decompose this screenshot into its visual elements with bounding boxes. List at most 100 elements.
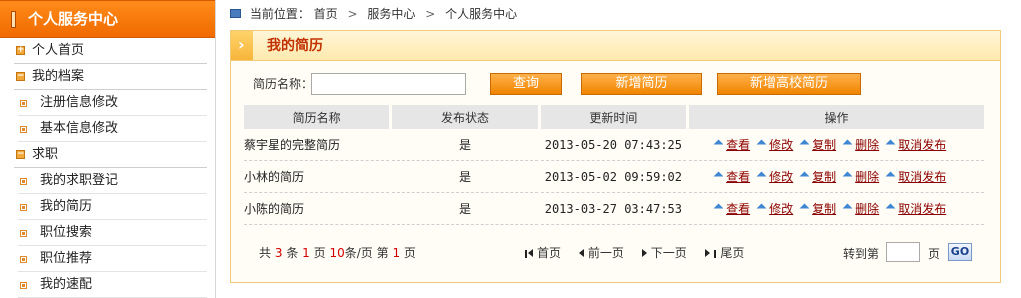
resume-name-input[interactable] — [311, 73, 466, 95]
table-row: 小林的简历是 2013-05-02 09:59:02 查看 修改 复制 删除 取消发布 — [244, 161, 984, 193]
sidebar-menu: + 个人首页 − 我的档案注册信息修改 基本信息修改 − 求职 我的求职登记 我的简历职位搜索职… — [0, 38, 215, 298]
arrow-icon — [758, 141, 766, 149]
resume-ops: 查看 修改 复制 删除 取消发布 — [689, 161, 984, 193]
sidebar-item[interactable]: 我的速配 — [18, 272, 207, 298]
op-link[interactable]: 复制 — [812, 200, 836, 217]
arrow-icon — [887, 205, 895, 213]
arrow-icon — [844, 205, 852, 213]
resume-updated: 2013-05-20 07:43:25 — [540, 129, 687, 161]
resume-table: 简历名称 发布状态 更新时间 操作 蔡宇星的完整简历是 2013-05-20 07… — [241, 105, 987, 225]
resume-updated: 2013-03-27 03:47:53 — [540, 193, 687, 225]
sidebar-item[interactable]: 职位推荐 — [18, 246, 207, 272]
pager-page-count: 1 — [302, 246, 310, 260]
bullet-icon — [20, 100, 27, 107]
breadcrumb-section[interactable]: 服务中心 — [367, 7, 415, 21]
arrow-icon — [715, 173, 723, 181]
op-link[interactable]: 复制 — [812, 136, 836, 153]
table-row: 小陈的简历是 2013-03-27 03:47:53 查看 修改 复制 删除 取消发布 — [244, 193, 984, 225]
op-link[interactable]: 取消发布 — [898, 200, 946, 217]
breadcrumb-prefix: 当前位置： — [249, 7, 310, 21]
op-link[interactable]: 取消发布 — [898, 168, 946, 185]
first-page-link[interactable]: 首页 — [525, 246, 561, 260]
header-updated: 更新时间 — [540, 105, 687, 129]
pager-per-page: 10 — [329, 246, 345, 260]
query-button[interactable]: 查询 — [490, 73, 562, 95]
op-link[interactable]: 查看 — [726, 168, 750, 185]
minus-square-icon: − — [16, 71, 25, 81]
breadcrumb-home[interactable]: 首页 — [314, 7, 338, 21]
pager-text: 共 — [259, 246, 272, 260]
resume-ops: 查看 修改 复制 删除 取消发布 — [689, 129, 984, 161]
goto-page-input[interactable] — [886, 242, 920, 262]
pager-total: 3 — [274, 246, 283, 260]
breadcrumb-separator: > — [425, 7, 436, 21]
location-icon — [230, 9, 241, 18]
arrow-icon — [715, 141, 723, 149]
go-button[interactable]: GO — [948, 243, 972, 261]
bullet-icon — [20, 178, 27, 185]
prev-page-link[interactable]: 前一页 — [578, 246, 624, 260]
pager-info: 共 3 条 1 页 10条/页 第 1 页 — [259, 245, 416, 261]
minus-square-icon: − — [16, 149, 25, 159]
op-link[interactable]: 复制 — [812, 168, 836, 185]
sidebar-item-label: 职位搜索 — [40, 225, 93, 240]
sidebar: 个人服务中心 + 个人首页 − 我的档案注册信息修改 基本信息修改 − 求职 我的求职登记 我的… — [0, 0, 216, 298]
op-link[interactable]: 删除 — [855, 136, 879, 153]
arrow-icon — [887, 141, 895, 149]
sidebar-item-label: 职位推荐 — [40, 251, 93, 266]
arrow-icon — [715, 205, 723, 213]
op-link[interactable]: 删除 — [855, 168, 879, 185]
arrow-icon — [801, 173, 809, 181]
bullet-icon — [20, 230, 27, 237]
resume-ops: 查看 修改 复制 删除 取消发布 — [689, 193, 984, 225]
new-resume-button[interactable]: 新增简历 — [581, 73, 702, 95]
sidebar-title: 个人服务中心 — [28, 10, 119, 28]
op-link[interactable]: 查看 — [726, 136, 750, 153]
arrow-icon — [844, 141, 852, 149]
op-link[interactable]: 取消发布 — [898, 136, 946, 153]
panel-title: 我的简历 — [267, 38, 323, 54]
bullet-icon — [20, 256, 27, 263]
bullet-icon — [20, 282, 27, 289]
resume-updated: 2013-05-02 09:59:02 — [540, 161, 687, 193]
header-name: 简历名称 — [244, 105, 390, 129]
sidebar-item-label: 个人首页 — [32, 43, 85, 58]
sidebar-item[interactable]: 我的求职登记 — [18, 168, 207, 194]
sidebar-item[interactable]: 注册信息修改 — [18, 90, 207, 116]
first-page-icon — [525, 250, 527, 258]
new-school-resume-button[interactable]: 新增高校简历 — [717, 73, 861, 95]
resume-name: 蔡宇星的完整简历 — [244, 129, 390, 161]
op-link[interactable]: 修改 — [769, 200, 793, 217]
pager-text: 页 — [313, 246, 326, 260]
breadcrumb-current: 个人服务中心 — [445, 7, 518, 21]
search-label: 简历名称： — [253, 77, 314, 91]
breadcrumb-separator: > — [347, 7, 358, 21]
sidebar-item-label: 注册信息修改 — [40, 95, 119, 110]
sidebar-item[interactable]: 基本信息修改 — [18, 116, 207, 142]
op-link[interactable]: 删除 — [855, 200, 879, 217]
sidebar-item[interactable]: + 个人首页 — [14, 38, 207, 64]
prev-page-icon — [578, 249, 584, 257]
sidebar-item-label: 基本信息修改 — [40, 121, 119, 136]
sidebar-item[interactable]: 职位搜索 — [18, 220, 207, 246]
panel-header: 我的简历 — [231, 31, 1000, 61]
table-row: 蔡宇星的完整简历是 2013-05-20 07:43:25 查看 修改 复制 删除 取消发布 — [244, 129, 984, 161]
next-page-link[interactable]: 下一页 — [641, 246, 687, 260]
next-page-icon — [641, 249, 647, 257]
pager-text: 条 — [286, 246, 299, 260]
sidebar-item[interactable]: − 我的档案 — [14, 64, 207, 90]
last-page-link[interactable]: 尾页 — [704, 246, 744, 260]
arrow-icon — [844, 173, 852, 181]
sidebar-item[interactable]: − 求职 — [14, 142, 207, 168]
page: 个人服务中心 + 个人首页 − 我的档案 注册信息修改 基本信息修改 − 求职 我的求职登记 我的… — [0, 0, 1021, 298]
op-link[interactable]: 修改 — [769, 136, 793, 153]
pager-current: 1 — [392, 246, 401, 260]
op-link[interactable]: 修改 — [769, 168, 793, 185]
arrow-icon — [887, 173, 895, 181]
table-body: 蔡宇星的完整简历是 2013-05-20 07:43:25 查看 修改 复制 删除 取消发布… — [244, 129, 984, 225]
arrow-icon — [801, 141, 809, 149]
sidebar-header: 个人服务中心 — [0, 0, 215, 38]
op-link[interactable]: 查看 — [726, 200, 750, 217]
pager-text: 页 — [403, 246, 416, 260]
sidebar-item[interactable]: 我的简历 — [18, 194, 207, 220]
